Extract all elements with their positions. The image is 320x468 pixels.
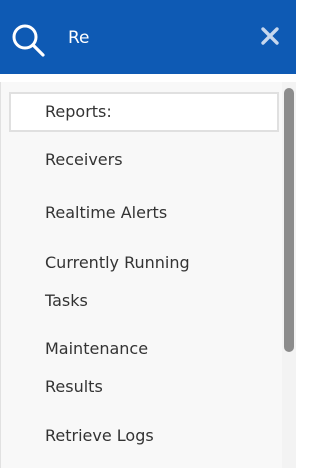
- result-label: Reports:: [45, 102, 112, 121]
- result-label-line1: Currently Running: [45, 253, 190, 272]
- result-label-line2: Results: [45, 377, 103, 396]
- search-icon: [10, 22, 50, 58]
- scrollbar-thumb[interactable]: [284, 88, 294, 352]
- result-label-line2: Tasks: [45, 291, 88, 310]
- result-item-maintenance-results[interactable]: Maintenance Results: [11, 330, 279, 408]
- search-results-dropdown: Reports: Receivers Realtime Alerts Curre…: [0, 82, 296, 468]
- result-label-line1: Maintenance: [45, 339, 149, 358]
- result-label: Realtime Alerts: [45, 203, 168, 222]
- result-item-retrieve-logs[interactable]: Retrieve Logs: [11, 417, 279, 455]
- result-label: Retrieve Logs: [45, 426, 154, 445]
- scrollbar-track[interactable]: [282, 82, 296, 468]
- result-item-receivers[interactable]: Receivers: [11, 141, 279, 179]
- result-item-reports[interactable]: Reports:: [9, 92, 279, 132]
- result-label: Receivers: [45, 150, 123, 169]
- search-input[interactable]: [68, 23, 238, 53]
- result-item-realtime-alerts[interactable]: Realtime Alerts: [11, 194, 279, 232]
- result-item-currently-running-tasks[interactable]: Currently Running Tasks: [11, 244, 279, 322]
- search-bar: [0, 0, 296, 74]
- close-icon: [258, 27, 282, 51]
- clear-search-button[interactable]: [258, 24, 282, 48]
